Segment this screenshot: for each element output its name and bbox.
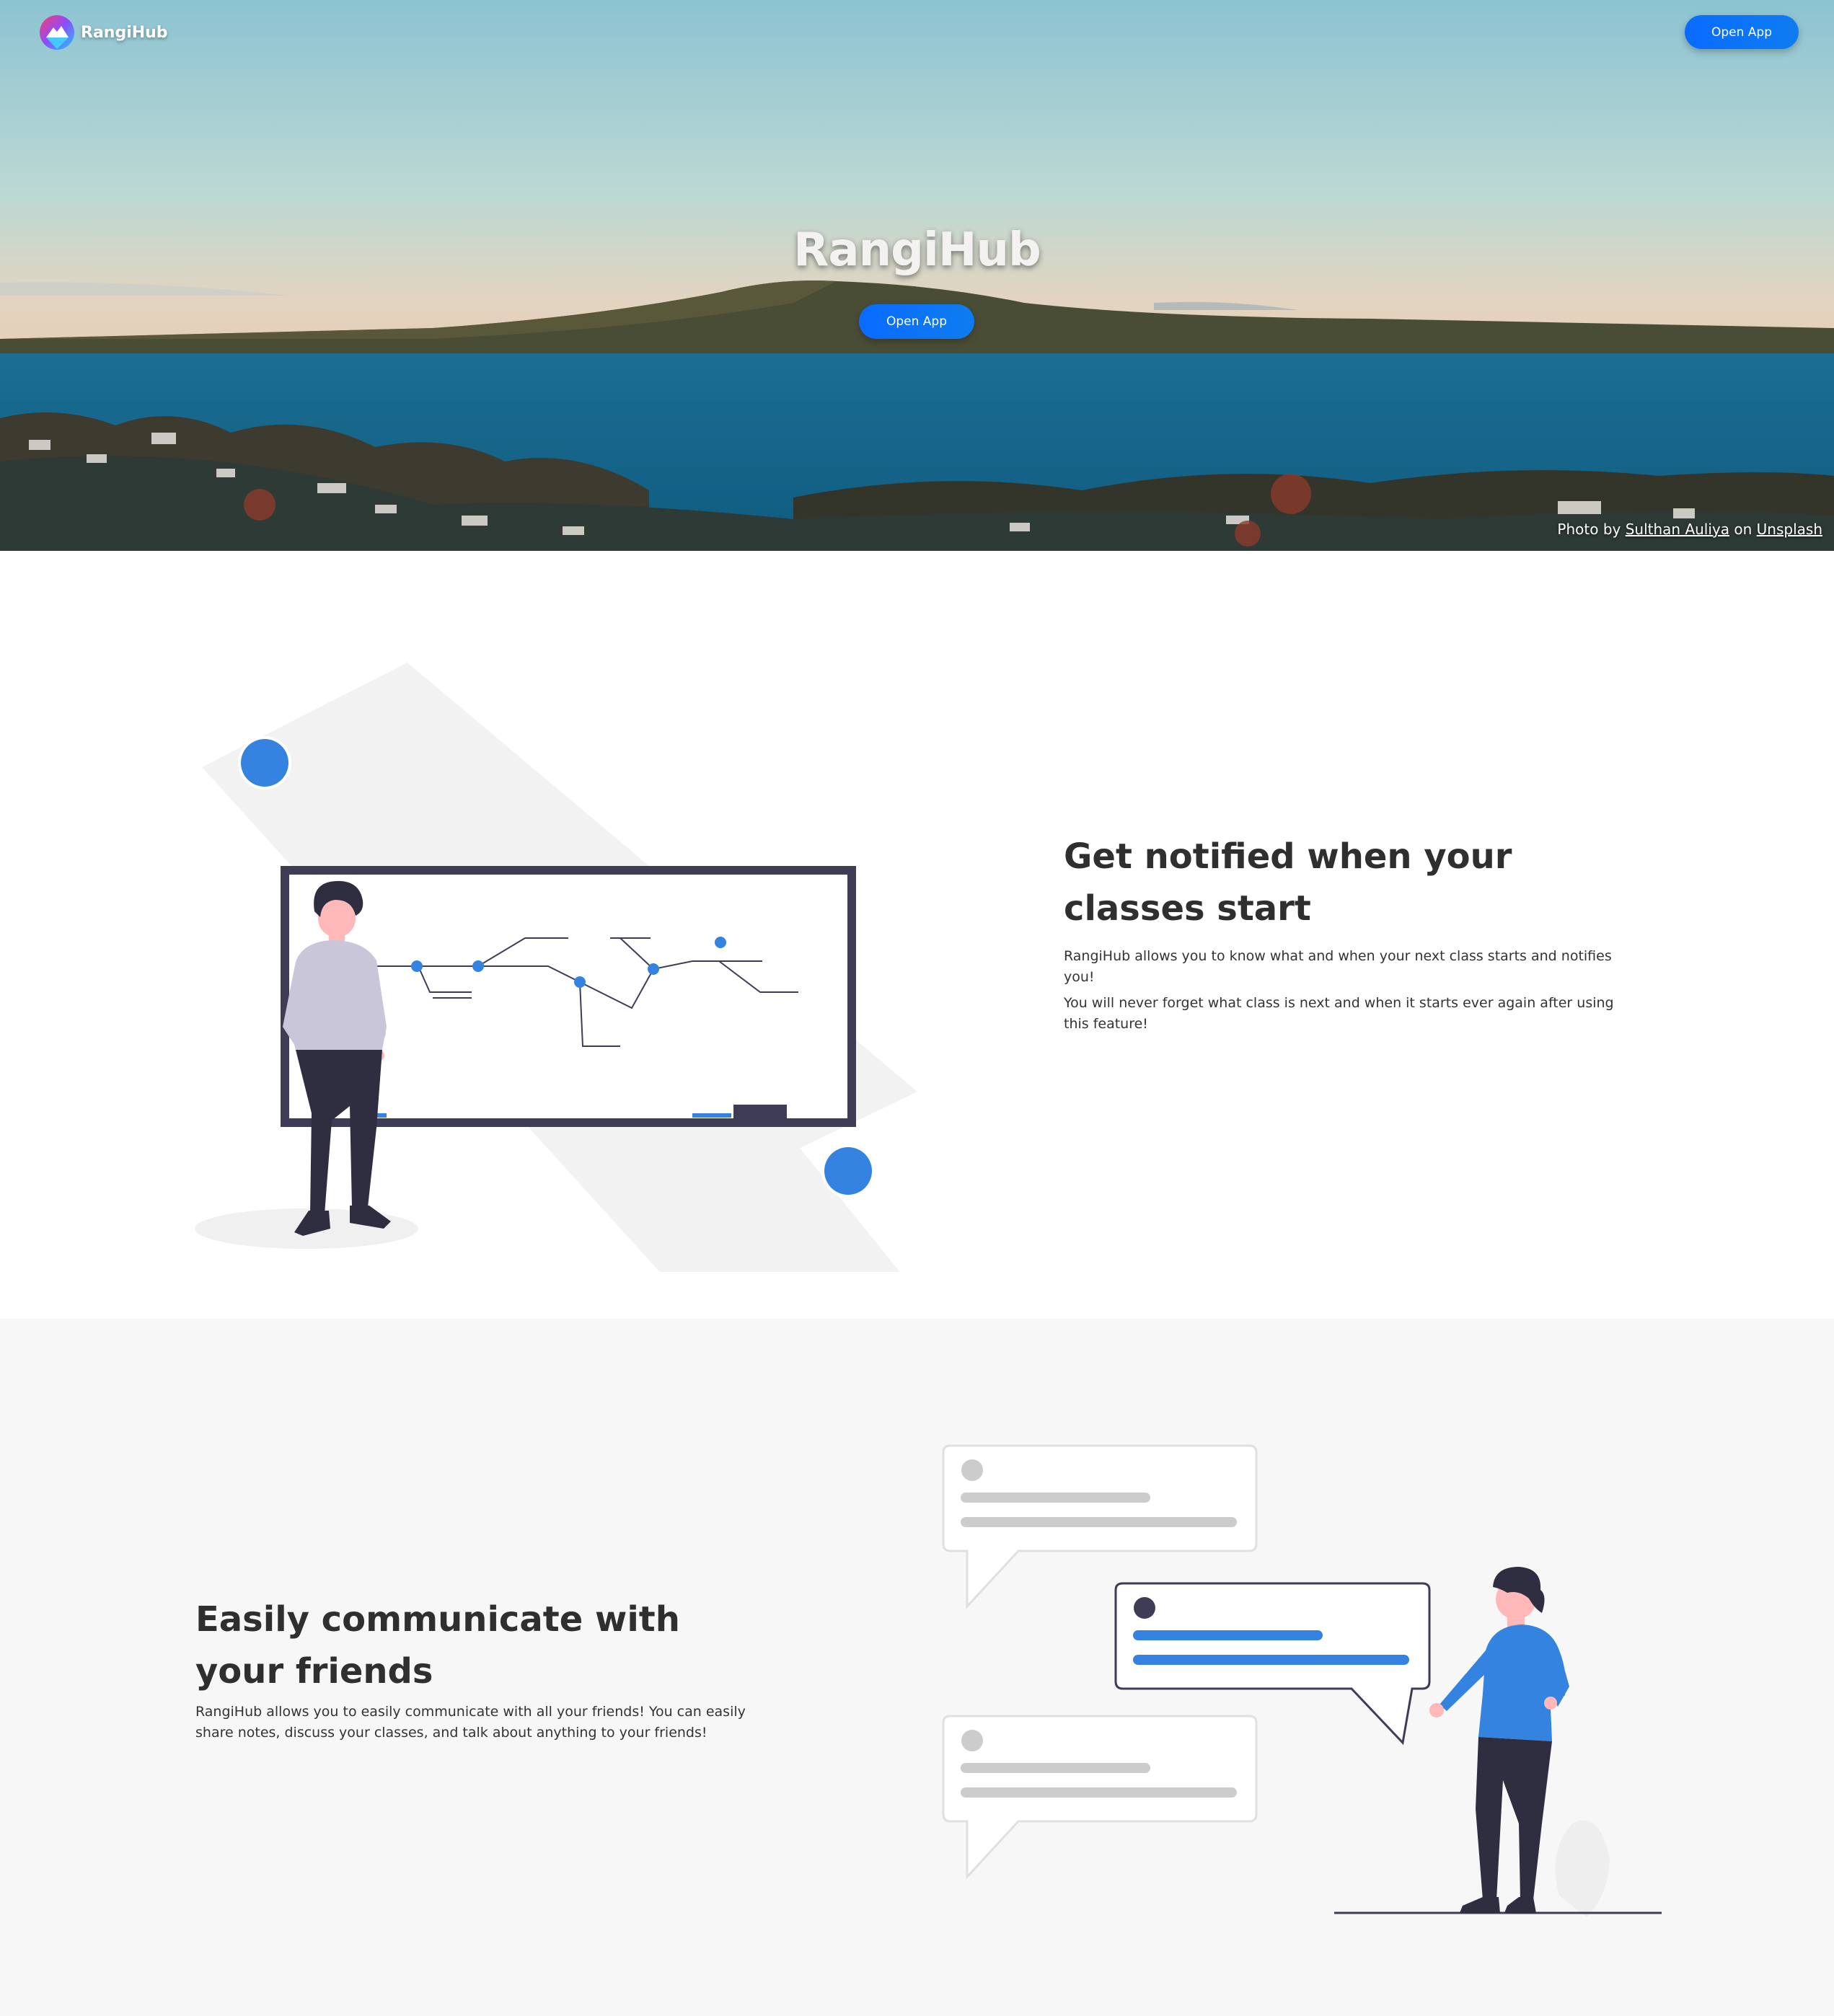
feature-title: Easily communicate with your friends	[195, 1599, 680, 1692]
brand-name: RangiHub	[81, 23, 168, 42]
feature-description-followup: You will never forget what class is next…	[1064, 995, 1614, 1032]
credit-prefix: Photo by	[1557, 521, 1626, 538]
hero-banner: RangiHub Open App RangiHub Open App Phot…	[0, 0, 1834, 551]
photo-credit: Photo by Sulthan Auliya on Unsplash	[1557, 521, 1822, 538]
brand-link[interactable]: RangiHub	[38, 13, 168, 52]
chat-bubble-bottom	[942, 1715, 1258, 1880]
hero-title: RangiHub	[793, 224, 1041, 277]
feature-title: Get notified when your classes start	[1064, 836, 1512, 929]
person-figure	[1429, 1567, 1569, 1913]
navbar: RangiHub Open App	[0, 0, 1834, 65]
chat-illustration	[942, 1444, 1662, 1917]
credit-site-link[interactable]: Unsplash	[1757, 521, 1822, 538]
presentation-illustration	[195, 663, 917, 1272]
feature-description: RangiHub allows you to know what and whe…	[1064, 948, 1612, 985]
nav-open-app-button[interactable]: Open App	[1685, 15, 1799, 49]
feature-communication: Easily communicate with your friends Ran…	[0, 1319, 1834, 2016]
feature-notifications: Get notified when your classes start Ran…	[0, 551, 1834, 1319]
feature-description: RangiHub allows you to easily communicat…	[195, 1704, 746, 1741]
credit-middle: on	[1729, 521, 1757, 538]
hero-open-app-button[interactable]: Open App	[859, 304, 974, 339]
rangihub-logo-icon	[40, 15, 74, 50]
credit-author-link[interactable]: Sulthan Auliya	[1626, 521, 1729, 538]
